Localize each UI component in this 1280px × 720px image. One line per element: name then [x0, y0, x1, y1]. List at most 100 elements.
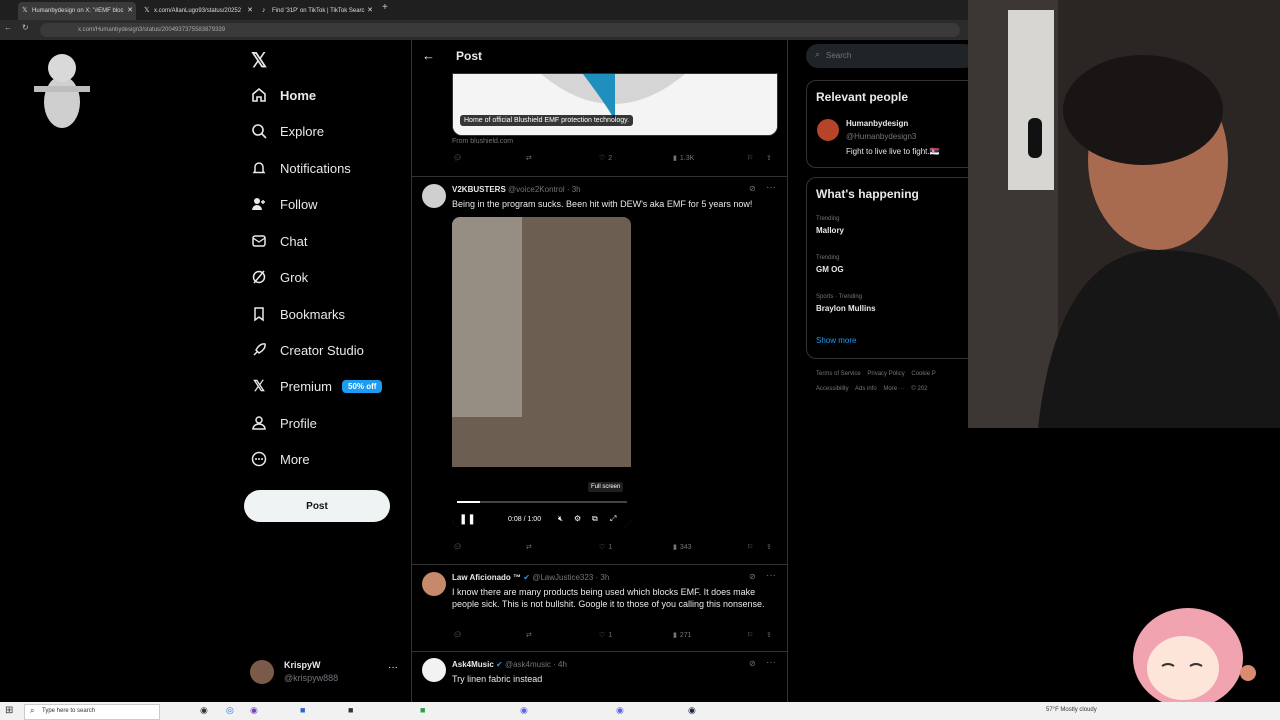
repost-icon[interactable]: ⇄	[526, 631, 532, 639]
account-switcher[interactable]: KrispyW @krispyw888 ···	[250, 658, 400, 686]
app-icon[interactable]: ■	[420, 705, 425, 715]
reply-post[interactable]: Law Aficionado ™ ✔ @LawJustice323 · 3h ⊘…	[412, 565, 787, 651]
bookmark-icon[interactable]: ⚐	[747, 154, 753, 162]
author-handle[interactable]: @voice2Kontrol · 3h	[508, 185, 581, 194]
fullscreen-icon[interactable]: ⤢	[610, 514, 616, 524]
nav-grok[interactable]: Grok	[250, 263, 308, 291]
footer-link[interactable]: Privacy Policy	[867, 371, 904, 377]
url-field[interactable]: x.com/Humanbydesign3/status/200493737558…	[40, 23, 960, 37]
picture-in-picture-icon[interactable]: ⧉	[592, 514, 598, 524]
footer-link[interactable]: Accessibility	[816, 386, 849, 392]
nav-chat[interactable]: Chat	[250, 227, 307, 255]
back-icon[interactable]: ←	[4, 23, 12, 32]
person-name[interactable]: Humanbydesign	[846, 119, 908, 128]
bookmark-icon[interactable]: ⚐	[747, 543, 753, 551]
author-handle[interactable]: @LawJustice323 · 3h	[532, 573, 609, 582]
close-icon[interactable]: ✕	[247, 2, 253, 20]
nav-bookmarks[interactable]: Bookmarks	[250, 300, 345, 328]
pause-icon[interactable]: ❚❚	[459, 514, 476, 525]
link-card[interactable]: Home of official Blushield EMF protectio…	[452, 73, 778, 136]
reply-post[interactable]: Ask4Music ✔ @ask4music · 4h ⊘ ··· Try li…	[412, 652, 787, 702]
post-button[interactable]: Post	[244, 490, 390, 522]
reply-icon[interactable]: 💬︎	[453, 543, 462, 551]
more-options-icon[interactable]: ···	[766, 657, 776, 668]
show-more-link[interactable]: Show more	[816, 336, 856, 345]
views-button[interactable]: ▮ 1.3K	[673, 154, 694, 163]
repost-icon[interactable]: ⇄	[526, 154, 532, 162]
more-options-icon[interactable]: ···	[766, 182, 776, 193]
avatar[interactable]	[422, 658, 446, 682]
author-name[interactable]: Ask4Music	[452, 660, 494, 669]
footer-link[interactable]: Terms of Service	[816, 371, 861, 377]
nav-follow[interactable]: Follow	[250, 190, 318, 218]
repost-icon[interactable]: ⇄	[526, 543, 532, 551]
trend-item[interactable]: Trending Mallory	[816, 216, 844, 235]
close-icon[interactable]: ✕	[367, 2, 373, 20]
close-icon[interactable]: ✕	[127, 2, 133, 20]
grok-icon[interactable]: ⊘	[749, 184, 756, 193]
nav-more[interactable]: More	[250, 445, 310, 473]
app-icon[interactable]: ◉	[520, 705, 528, 716]
like-button[interactable]: ♡ 2	[599, 154, 612, 163]
browser-tab[interactable]: 𝕏 x.com/AllanLugo93/status/20252 ✕	[140, 2, 256, 20]
windows-start-icon[interactable]: ⊞	[5, 705, 13, 716]
browser-tab[interactable]: ♪ Find '31P' on TikTok | TikTok Searc ✕	[258, 2, 376, 20]
person-handle[interactable]: @Humanbydesign3	[846, 132, 916, 141]
reply-icon[interactable]: 💬︎	[453, 631, 462, 639]
nav-explore[interactable]: Explore	[250, 117, 324, 145]
trend-item[interactable]: Trending GM OG	[816, 255, 844, 274]
avatar[interactable]	[422, 184, 446, 208]
reload-icon[interactable]: ↻	[22, 23, 29, 32]
author-name[interactable]: V2KBUSTERS	[452, 185, 506, 194]
mute-icon[interactable]: 🔇︎	[558, 514, 563, 524]
video-player[interactable]: Full screen ❚❚ 0:08 / 1:00 🔇︎ ⚙ ⧉ ⤢	[452, 217, 631, 527]
like-button[interactable]: ♡ 1	[599, 543, 612, 552]
new-tab-button[interactable]: +	[382, 2, 388, 13]
app-icon[interactable]: ■	[348, 705, 353, 715]
nav-home[interactable]: Home	[250, 81, 316, 109]
video-progress-bar[interactable]	[457, 501, 627, 503]
footer-link[interactable]: Cookie P	[911, 371, 935, 377]
avatar-overlay	[1133, 608, 1256, 702]
views-button[interactable]: ▮ 271	[673, 631, 692, 640]
browser-tab[interactable]: 𝕏 Humanbydesign on X: "#EMF bloc ✕	[18, 2, 136, 20]
bookmark-icon[interactable]: ⚐	[747, 631, 753, 639]
x-logo-icon[interactable]: 𝕏	[251, 48, 267, 73]
footer-link[interactable]: Ads info	[855, 386, 877, 392]
app-icon[interactable]: ■	[300, 705, 305, 715]
trend-item[interactable]: Sports · Trending Braylon Mullins	[816, 294, 876, 313]
search-input[interactable]: ⌕ Search	[806, 44, 976, 68]
grok-icon[interactable]: ⊘	[749, 572, 756, 581]
avatar[interactable]	[817, 119, 839, 141]
grok-icon[interactable]: ⊘	[749, 659, 756, 668]
footer-link[interactable]: More ···	[883, 386, 904, 392]
more-options-icon[interactable]: ···	[766, 570, 776, 581]
taskbar-search[interactable]: ⌕ Type here to search	[24, 704, 160, 720]
share-icon[interactable]: ⇪	[766, 154, 772, 162]
like-button[interactable]: ♡ 1	[599, 631, 612, 640]
nav-profile[interactable]: Profile	[250, 409, 317, 437]
steam-icon[interactable]: ◉	[688, 705, 696, 716]
share-icon[interactable]: ⇪	[766, 631, 772, 639]
browser-app-icon[interactable]: ◎	[226, 705, 234, 716]
app-icon[interactable]: ◉	[250, 705, 258, 716]
taskbar: ⊞ ⌕ Type here to search ◉ ◎ ◉ ■ ■ ■ ◉ ◉ …	[0, 702, 1280, 720]
reply-post[interactable]: V2KBUSTERS @voice2Kontrol · 3h ⊘ ··· Bei…	[412, 177, 787, 560]
author-name[interactable]: Law Aficionado ™	[452, 573, 521, 582]
heart-icon: ♡	[599, 632, 606, 639]
views-button[interactable]: ▮ 343	[673, 543, 692, 552]
nav-notifications[interactable]: Notifications	[250, 154, 351, 182]
more-options-icon[interactable]: ···	[388, 662, 398, 673]
reply-icon[interactable]: 💬︎	[453, 154, 462, 162]
weather-widget[interactable]: 57°F Mostly cloudy	[1046, 707, 1097, 713]
avatar[interactable]	[422, 572, 446, 596]
card-source[interactable]: From blushield.com	[452, 138, 513, 145]
nav-creator-studio[interactable]: Creator Studio	[250, 336, 364, 364]
share-icon[interactable]: ⇪	[766, 543, 772, 551]
nav-premium[interactable]: 𝕏 Premium 50% off	[250, 372, 383, 400]
author-handle[interactable]: @ask4music · 4h	[505, 660, 567, 669]
app-icon[interactable]: ◉	[200, 705, 208, 716]
discord-icon[interactable]: ◉	[616, 705, 624, 716]
settings-icon[interactable]: ⚙	[574, 514, 581, 523]
back-arrow-icon[interactable]: ←	[422, 48, 435, 63]
